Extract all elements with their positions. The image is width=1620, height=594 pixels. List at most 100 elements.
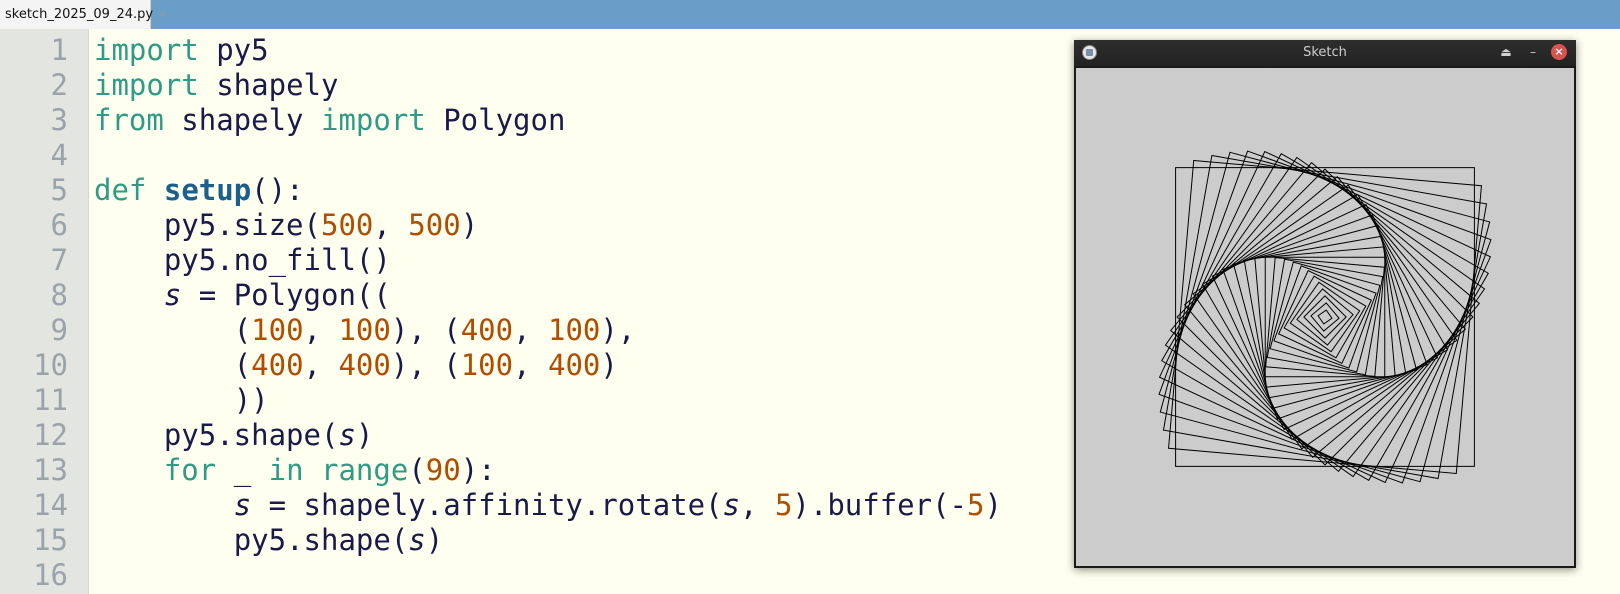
code-text: shapely bbox=[163, 103, 321, 137]
code-text: _ bbox=[216, 453, 269, 487]
code-text: shapely bbox=[198, 68, 339, 102]
code-text: , bbox=[303, 313, 339, 347]
code-editor[interactable]: import py5 import shapely from shapely i… bbox=[94, 0, 1094, 594]
line-number: 12 bbox=[33, 418, 68, 452]
code-text: py5.shape( bbox=[163, 418, 339, 452]
code-line: py5.shape(s) bbox=[94, 523, 444, 558]
code-text: , bbox=[373, 208, 409, 242]
code-text: ), ( bbox=[390, 313, 461, 347]
code-text: ( bbox=[233, 348, 252, 382]
number: 500 bbox=[408, 208, 461, 242]
code-line: def setup(): bbox=[94, 173, 304, 208]
code-text: , bbox=[513, 348, 549, 382]
number: 400 bbox=[338, 348, 391, 382]
line-number: 3 bbox=[50, 103, 68, 137]
code-text: ( bbox=[233, 313, 252, 347]
code-line: for _ in range(90): bbox=[94, 453, 496, 488]
code-text: ).buffer(- bbox=[792, 488, 968, 522]
code-line: s = Polygon(( bbox=[94, 278, 391, 313]
code-line: )) bbox=[94, 383, 269, 418]
keyword: from bbox=[94, 103, 164, 137]
code-line: py5.shape(s) bbox=[94, 418, 374, 453]
code-line: import py5 bbox=[94, 33, 269, 68]
line-number: 2 bbox=[50, 68, 68, 102]
sketch-window[interactable]: Sketch ⏏ – × bbox=[1074, 40, 1576, 568]
number: 5 bbox=[774, 488, 793, 522]
canvas-background bbox=[1076, 68, 1574, 566]
sketch-canvas[interactable] bbox=[1076, 68, 1574, 566]
code-line: from shapely import Polygon bbox=[94, 103, 565, 138]
code-text: , bbox=[303, 348, 339, 382]
line-number: 5 bbox=[50, 173, 68, 207]
code-text: (): bbox=[251, 173, 304, 207]
number: 100 bbox=[460, 348, 514, 382]
keyword: def bbox=[94, 173, 147, 207]
number: 100 bbox=[251, 313, 304, 347]
variable: s bbox=[722, 488, 741, 522]
keyword: for bbox=[163, 453, 217, 487]
function-name: setup bbox=[163, 173, 252, 207]
code-text: ) bbox=[355, 418, 374, 452]
line-number: 11 bbox=[33, 383, 68, 417]
line-number: 1 bbox=[50, 33, 68, 67]
code-line: s = shapely.affinity.rotate(s, 5).buffer… bbox=[94, 488, 1002, 523]
builtin: range bbox=[321, 453, 409, 487]
line-number: 16 bbox=[33, 558, 68, 592]
number: 400 bbox=[251, 348, 304, 382]
line-number: 15 bbox=[33, 523, 68, 557]
code-text: = Polygon(( bbox=[181, 278, 391, 312]
number: 5 bbox=[967, 488, 985, 522]
shade-button[interactable]: ⏏ bbox=[1498, 44, 1514, 60]
keyword: import bbox=[320, 103, 426, 137]
code-text: ( bbox=[408, 453, 426, 487]
code-text: = shapely.affinity.rotate( bbox=[251, 488, 723, 522]
close-button[interactable]: × bbox=[1551, 44, 1567, 60]
code-text: , bbox=[513, 313, 549, 347]
code-text: ), bbox=[600, 313, 636, 347]
line-number-gutter: 1 2 3 4 5 6 7 8 9 10 11 12 13 14 15 16 bbox=[0, 29, 89, 594]
code-text: ): bbox=[460, 453, 496, 487]
code-line: (100, 100), (400, 100), bbox=[94, 313, 636, 348]
line-number: 14 bbox=[33, 488, 68, 522]
code-text: )) bbox=[233, 383, 269, 417]
code-text: py5.shape( bbox=[233, 523, 409, 557]
keyword: in bbox=[268, 453, 304, 487]
sketch-drawing bbox=[1076, 68, 1574, 566]
sketch-window-titlebar[interactable]: Sketch ⏏ – × bbox=[1074, 40, 1576, 66]
number: 400 bbox=[548, 348, 601, 382]
line-number: 10 bbox=[33, 348, 68, 382]
variable: s bbox=[408, 523, 426, 557]
line-number: 6 bbox=[50, 208, 68, 242]
minimize-button[interactable]: – bbox=[1525, 44, 1541, 60]
line-number: 9 bbox=[50, 313, 68, 347]
number: 100 bbox=[548, 313, 601, 347]
number: 100 bbox=[338, 313, 391, 347]
keyword: import bbox=[94, 33, 199, 67]
code-line: import shapely bbox=[94, 68, 338, 103]
code-text: py5.size( bbox=[163, 208, 321, 242]
code-text: ) bbox=[460, 208, 479, 242]
code-text: ) bbox=[984, 488, 1002, 522]
code-text: py5.no_fill() bbox=[163, 243, 391, 277]
code-text: , bbox=[740, 488, 775, 522]
number: 400 bbox=[460, 313, 514, 347]
code-text: Polygon bbox=[425, 103, 566, 137]
code-text: ) bbox=[425, 523, 444, 557]
variable: s bbox=[163, 278, 182, 312]
code-line: py5.size(500, 500) bbox=[94, 208, 478, 243]
code-line: (400, 400), (100, 400) bbox=[94, 348, 618, 383]
number: 90 bbox=[425, 453, 461, 487]
keyword: import bbox=[94, 68, 199, 102]
